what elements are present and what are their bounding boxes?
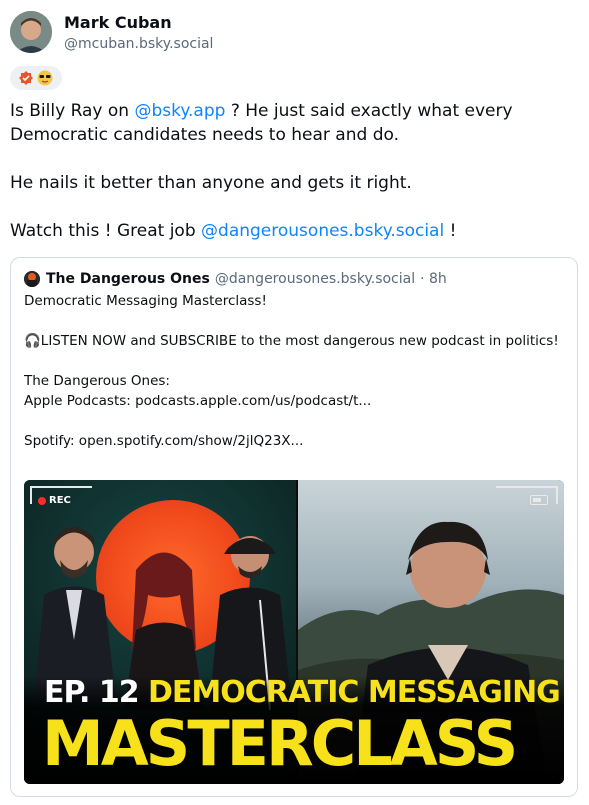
quoted-spotify-link[interactable]: Spotify: open.spotify.com/show/2jlQ23X..… <box>24 431 564 451</box>
episode-topic: DEMOCRATIC MESSAGING <box>148 675 561 710</box>
post-line-2: Democratic candidates needs to hear and … <box>10 125 399 145</box>
quoted-author-name[interactable]: The Dangerous Ones <box>46 269 210 289</box>
quoted-post-header: The Dangerous Ones @dangerousones.bsky.s… <box>24 269 447 289</box>
rec-label: REC <box>49 495 71 506</box>
episode-big-title: MASTERCLASS <box>42 707 518 780</box>
author-avatar[interactable] <box>10 11 52 53</box>
author-badges[interactable] <box>10 66 62 90</box>
post-line-3: He nails it better than anyone and gets … <box>10 173 412 193</box>
mention-dangerousones[interactable]: @dangerousones.bsky.social <box>201 221 444 241</box>
quoted-author-avatar[interactable] <box>24 271 40 287</box>
quoted-apple-link[interactable]: Apple Podcasts: podcasts.apple.com/us/po… <box>24 391 564 411</box>
quoted-avatar-image <box>24 271 40 287</box>
sunglasses-emoji-icon <box>37 70 53 86</box>
post-author[interactable]: Mark Cuban @mcuban.bsky.social <box>10 11 213 54</box>
post-text-span: Is Billy Ray on <box>10 101 135 121</box>
mention-bsky-app[interactable]: @bsky.app <box>134 101 225 121</box>
quoted-post[interactable]: The Dangerous Ones @dangerousones.bsky.s… <box>10 257 578 797</box>
quoted-title: Democratic Messaging Masterclass! <box>24 293 267 309</box>
viewfinder-corner-right <box>496 486 558 504</box>
episode-number: EP. 12 <box>44 675 149 710</box>
post-text-span: ! <box>444 221 457 241</box>
post-body: Is Billy Ray on @bsky.app ? He just said… <box>10 99 570 243</box>
post-line-1: Is Billy Ray on @bsky.app ? He just said… <box>10 99 570 123</box>
author-avatar-image <box>10 11 52 53</box>
rec-indicator: REC <box>38 495 71 506</box>
quoted-author-handle[interactable]: @dangerousones.bsky.social <box>215 269 415 289</box>
quoted-listen-line: 🎧LISTEN NOW and SUBSCRIBE to the most da… <box>24 333 559 349</box>
battery-icon <box>530 495 548 505</box>
author-display-name[interactable]: Mark Cuban <box>64 13 213 33</box>
post-line-4: Watch this ! Great job @dangerousones.bs… <box>10 219 570 243</box>
post-text-span: ? He just said exactly what every <box>225 101 513 121</box>
verified-check-icon <box>19 71 33 85</box>
episode-title-line: EP. 12 DEMOCRATIC MESSAGING <box>44 675 561 710</box>
video-thumbnail[interactable]: REC EP. 12 DEMOCRATIC MESSAGING MASTERCL… <box>24 480 564 784</box>
post-text-span: Watch this ! Great job <box>10 221 202 241</box>
quoted-post-body: Democratic Messaging Masterclass! 🎧LISTE… <box>24 291 564 451</box>
author-handle[interactable]: @mcuban.bsky.social <box>64 34 213 54</box>
quoted-post-time[interactable]: · 8h <box>420 269 447 289</box>
rec-dot-icon <box>38 496 46 505</box>
quoted-show-label: The Dangerous Ones: <box>24 373 170 389</box>
